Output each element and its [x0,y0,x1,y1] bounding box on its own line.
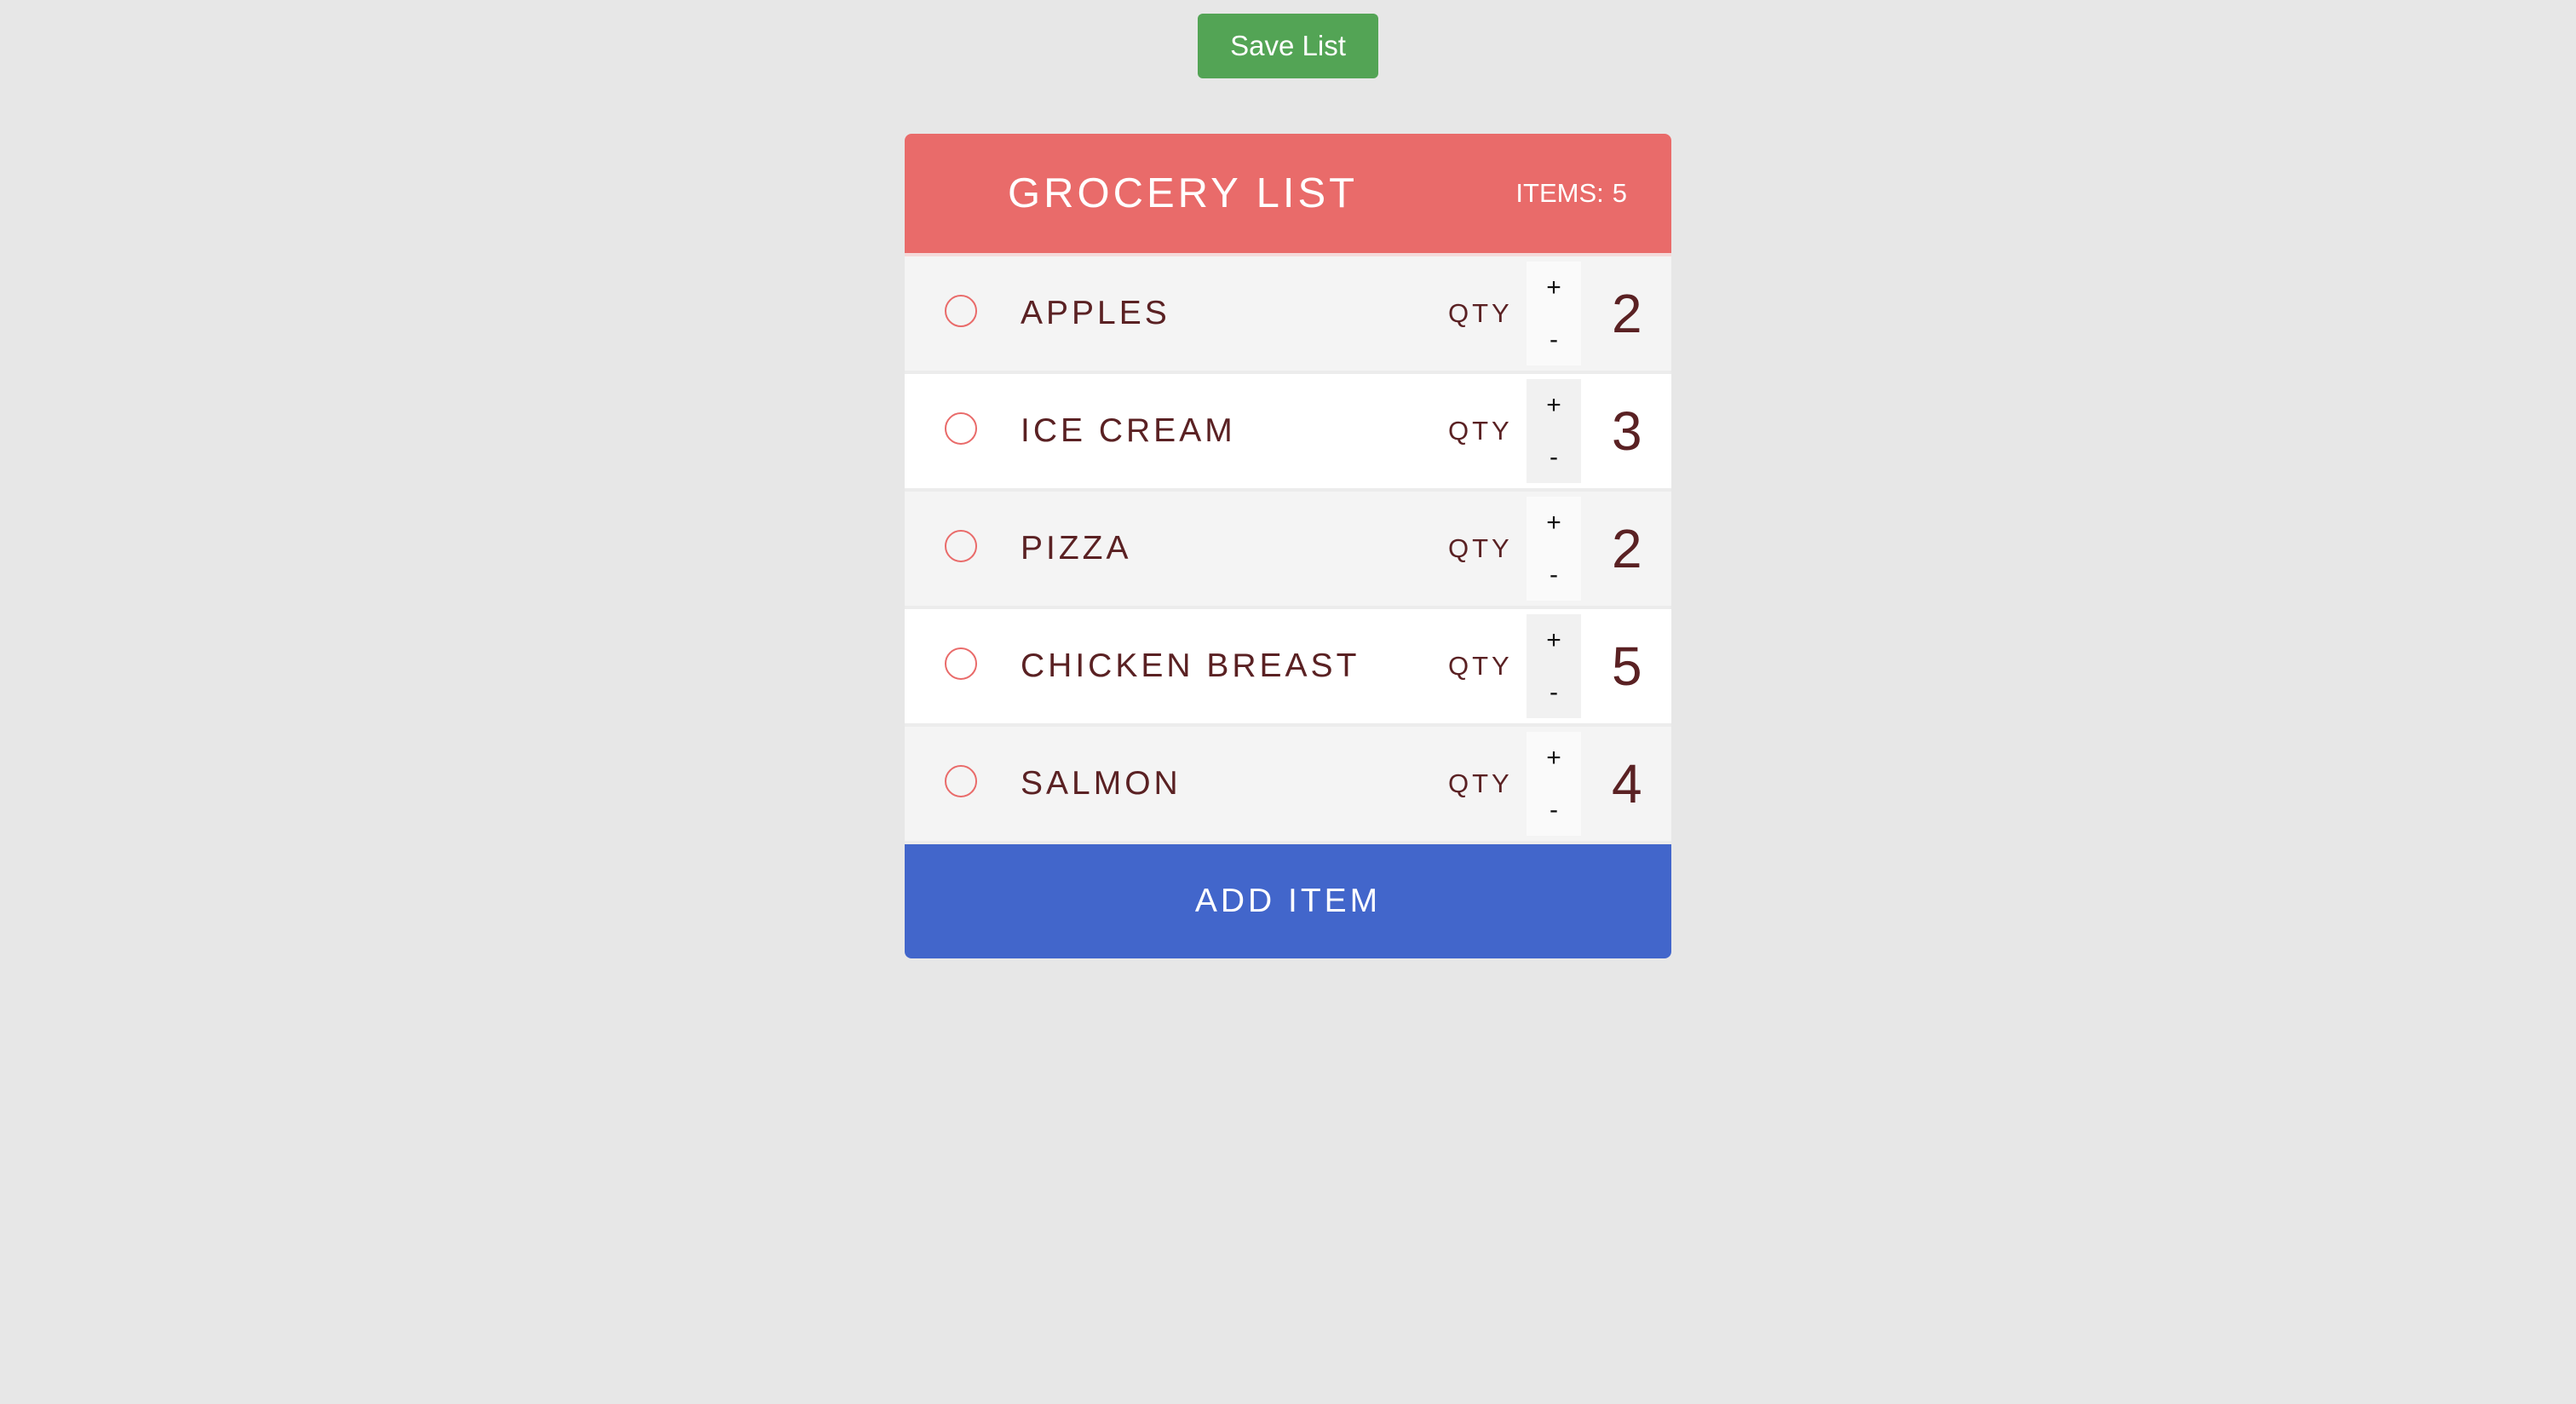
decrease-qty-button[interactable]: - [1527,666,1581,718]
quantity-stepper: + - [1527,497,1581,601]
decrease-qty-button[interactable]: - [1527,549,1581,601]
qty-label: QTY [1448,298,1513,328]
list-item: ICE CREAM QTY + - 3 [905,374,1671,492]
qty-value: 2 [1612,518,1642,579]
quantity-stepper: + - [1527,614,1581,718]
item-count: ITEMS: 5 [1515,134,1627,253]
page: Save List GROCERY LIST ITEMS: 5 APPLES Q… [0,0,2576,1404]
quantity-stepper: + - [1527,732,1581,836]
item-checkbox[interactable] [945,530,977,562]
increase-qty-button[interactable]: + [1527,379,1581,431]
qty-value: 5 [1612,636,1642,697]
item-checkbox[interactable] [945,412,977,445]
qty-label: QTY [1448,533,1513,563]
increase-qty-button[interactable]: + [1527,262,1581,314]
qty-value: 2 [1612,283,1642,344]
save-list-button[interactable]: Save List [1198,14,1378,78]
item-checkbox[interactable] [945,647,977,680]
decrease-qty-button[interactable]: - [1527,784,1581,836]
decrease-qty-button[interactable]: - [1527,314,1581,365]
grocery-list-card: GROCERY LIST ITEMS: 5 APPLES QTY + - 2 I… [905,134,1671,958]
qty-value: 4 [1612,753,1642,814]
item-name: PIZZA [1021,530,1132,567]
list-item: PIZZA QTY + - 2 [905,492,1671,609]
item-checkbox[interactable] [945,295,977,327]
qty-label: QTY [1448,651,1513,681]
list-item: SALMON QTY + - 4 [905,727,1671,844]
quantity-stepper: + - [1527,262,1581,365]
item-checkbox[interactable] [945,765,977,797]
increase-qty-button[interactable]: + [1527,497,1581,549]
item-name: CHICKEN BREAST [1021,647,1360,684]
list-item: CHICKEN BREAST QTY + - 5 [905,609,1671,727]
qty-label: QTY [1448,768,1513,798]
list-title: GROCERY LIST [1008,170,1359,216]
item-count-value: 5 [1612,178,1627,208]
increase-qty-button[interactable]: + [1527,732,1581,784]
list-header: GROCERY LIST ITEMS: 5 [905,134,1671,256]
item-name: ICE CREAM [1021,412,1236,449]
decrease-qty-button[interactable]: - [1527,431,1581,483]
qty-value: 3 [1612,400,1642,462]
item-count-label: ITEMS: [1515,178,1604,208]
item-name: APPLES [1021,295,1170,331]
increase-qty-button[interactable]: + [1527,614,1581,666]
qty-label: QTY [1448,416,1513,446]
list-item: APPLES QTY + - 2 [905,256,1671,374]
add-item-button[interactable]: ADD ITEM [905,844,1671,958]
item-name: SALMON [1021,765,1182,802]
quantity-stepper: + - [1527,379,1581,483]
